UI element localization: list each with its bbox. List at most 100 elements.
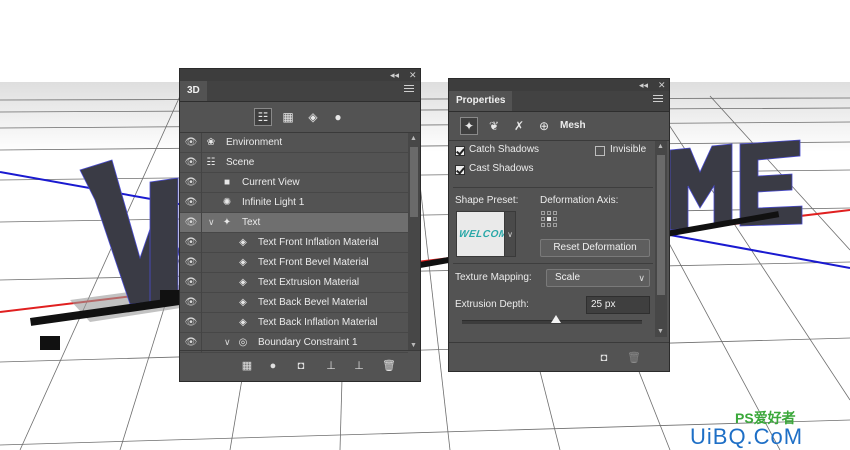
visibility-eye-icon[interactable]: 👁 [184, 197, 198, 209]
properties-panel: ◂◂ ✕ Properties ✦ ❦ ✗ ⊕ Mesh Catch Shado… [448, 78, 670, 372]
render-icon[interactable]: ◘ [294, 359, 308, 373]
layer-row[interactable]: 👁 ◈ Text Front Inflation Material [180, 233, 408, 253]
layer-row[interactable]: 👁 ◈ Text Back Bevel Material [180, 293, 408, 313]
filter-toolbar: ☷ ▦ ◈ ● [180, 102, 420, 133]
properties-toolbar: ✦ ❦ ✗ ⊕ Mesh [449, 112, 669, 141]
layer-label: Text Extrusion Material [258, 277, 360, 288]
tab-bar: Properties [449, 91, 669, 112]
filter-whole-scene-icon[interactable]: ☷ [254, 108, 272, 126]
layer-label: Text Back Inflation Material [258, 317, 378, 328]
filter-materials-icon[interactable]: ◈ [304, 108, 322, 126]
scroll-up-icon[interactable]: ▲ [410, 135, 417, 142]
layer-label: Text Front Bevel Material [258, 257, 369, 268]
layer-label: Current View [242, 177, 300, 188]
layer-label: Text Back Bevel Material [258, 297, 368, 308]
layer-row[interactable]: 👁 ◈ Text Extrusion Material [180, 273, 408, 293]
extrusion-depth-input[interactable]: 25 px [586, 296, 650, 314]
layer-row[interactable]: 👁 ✺ Infinite Light 1 [180, 193, 408, 213]
chevron-down-icon: ∨ [638, 273, 645, 283]
coordinates-tab-icon[interactable]: ⊕ [535, 117, 553, 135]
divider [453, 263, 653, 264]
collapse-icon[interactable]: ◂◂ [639, 79, 648, 91]
expand-arrow-icon[interactable]: ∨ [208, 217, 215, 228]
panel-chrome: ◂◂ ✕ [180, 69, 420, 81]
visibility-eye-icon[interactable]: 👁 [184, 137, 198, 149]
tab-bar: 3D [180, 81, 420, 102]
layer-row[interactable]: 👁 ■ Current View [180, 173, 408, 193]
divider [453, 187, 653, 188]
3d-canvas[interactable] [0, 0, 850, 450]
layer-type-icon: ◈ [239, 317, 247, 328]
render-icon[interactable]: ◘ [597, 351, 611, 365]
extrusion-depth-label: Extrusion Depth: [455, 299, 529, 310]
invisible-checkbox[interactable] [595, 146, 605, 156]
mesh-label: Mesh [560, 120, 586, 131]
add-mesh-icon[interactable]: ▦ [240, 359, 254, 373]
layer-type-icon: ❀ [206, 137, 216, 148]
panel-menu-icon[interactable] [653, 95, 663, 105]
preset-thumbnail-text: WELCOM [458, 229, 509, 240]
tab-3d[interactable]: 3D [180, 81, 207, 101]
deformation-axis-label: Deformation Axis: [540, 195, 619, 206]
visibility-eye-icon[interactable]: 👁 [184, 177, 198, 189]
visibility-eye-icon[interactable]: 👁 [184, 317, 198, 329]
drop-to-ground-icon[interactable]: ⊥ [324, 359, 338, 373]
layer-label: Infinite Light 1 [242, 197, 305, 208]
close-icon[interactable]: ✕ [409, 69, 417, 81]
layer-row[interactable]: 👁 ◈ Text Front Bevel Material [180, 253, 408, 273]
catch-shadows-checkbox[interactable] [455, 146, 465, 156]
layer-type-icon: ◈ [239, 277, 247, 288]
texture-mapping-label: Texture Mapping: [455, 272, 532, 283]
layer-row[interactable]: 👁 ∨ ✦ Text [180, 213, 408, 233]
expand-arrow-icon[interactable]: ∨ [224, 337, 231, 348]
visibility-eye-icon[interactable]: 👁 [184, 337, 198, 349]
visibility-eye-icon[interactable]: 👁 [184, 157, 198, 169]
texture-mapping-select[interactable]: Scale ∨ [546, 269, 650, 287]
panel-footer: ◘ 🗑 [449, 342, 669, 371]
cap-tab-icon[interactable]: ✗ [510, 117, 528, 135]
scroll-down-icon[interactable]: ▼ [410, 342, 417, 349]
visibility-eye-icon[interactable]: 👁 [184, 237, 198, 249]
panel-chrome: ◂◂ ✕ [449, 79, 669, 91]
layer-label: Text [242, 217, 261, 228]
mesh-tab-icon[interactable]: ✦ [460, 117, 478, 135]
scroll-thumb[interactable] [410, 147, 418, 217]
visibility-eye-icon[interactable]: 👁 [184, 277, 198, 289]
properties-scrollbar[interactable]: ▲ ▼ [655, 141, 667, 337]
scroll-thumb[interactable] [657, 155, 665, 295]
texture-mapping-value: Scale [555, 272, 581, 283]
layer-type-icon: ◎ [238, 337, 248, 348]
visibility-eye-icon[interactable]: 👁 [184, 297, 198, 309]
panel-menu-icon[interactable] [404, 85, 414, 95]
layer-label: Scene [226, 157, 255, 168]
deformation-axis-grid[interactable] [541, 211, 563, 233]
tab-properties[interactable]: Properties [449, 91, 513, 111]
collapse-icon[interactable]: ◂◂ [390, 69, 399, 81]
3d-panel: ◂◂ ✕ 3D ☷ ▦ ◈ ● 👁 ❀ Environment 👁 ☷ Scene 👁 ■ Curre… [179, 68, 421, 382]
layer-row[interactable]: 👁 ◈ Text Back Inflation Material [180, 313, 408, 333]
layer-type-icon: ■ [223, 177, 231, 188]
cast-shadows-label: Cast Shadows [469, 163, 534, 174]
constraint-icon[interactable]: ⊥ [352, 359, 366, 373]
cast-shadows-checkbox[interactable] [455, 165, 465, 175]
reset-deformation-button[interactable]: Reset Deformation [540, 239, 650, 257]
filter-lights-icon[interactable]: ● [329, 108, 347, 126]
layer-type-icon: ◈ [239, 257, 247, 268]
layer-label: Environment [226, 137, 283, 148]
extrusion-slider-thumb[interactable] [550, 315, 561, 323]
delete-icon[interactable]: 🗑 [382, 359, 396, 373]
scroll-up-icon[interactable]: ▲ [657, 143, 664, 150]
shape-preset-dropdown[interactable]: ∨ [504, 211, 516, 257]
layer-row[interactable]: 👁 ❀ Environment [180, 133, 408, 153]
visibility-eye-icon[interactable]: 👁 [184, 217, 198, 229]
layer-scrollbar[interactable]: ▲ ▼ [408, 133, 420, 351]
layer-row[interactable]: 👁 ☷ Scene [180, 153, 408, 173]
visibility-eye-icon[interactable]: 👁 [184, 257, 198, 269]
scene-layer-list: 👁 ❀ Environment 👁 ☷ Scene 👁 ■ Current View 👁 ✺ Infi… [180, 133, 408, 353]
add-light-icon[interactable]: ● [266, 359, 280, 373]
close-icon[interactable]: ✕ [658, 79, 666, 91]
scroll-down-icon[interactable]: ▼ [657, 328, 664, 335]
deform-tab-icon[interactable]: ❦ [485, 117, 503, 135]
catch-shadows-label: Catch Shadows [469, 144, 540, 155]
filter-meshes-icon[interactable]: ▦ [279, 108, 297, 126]
